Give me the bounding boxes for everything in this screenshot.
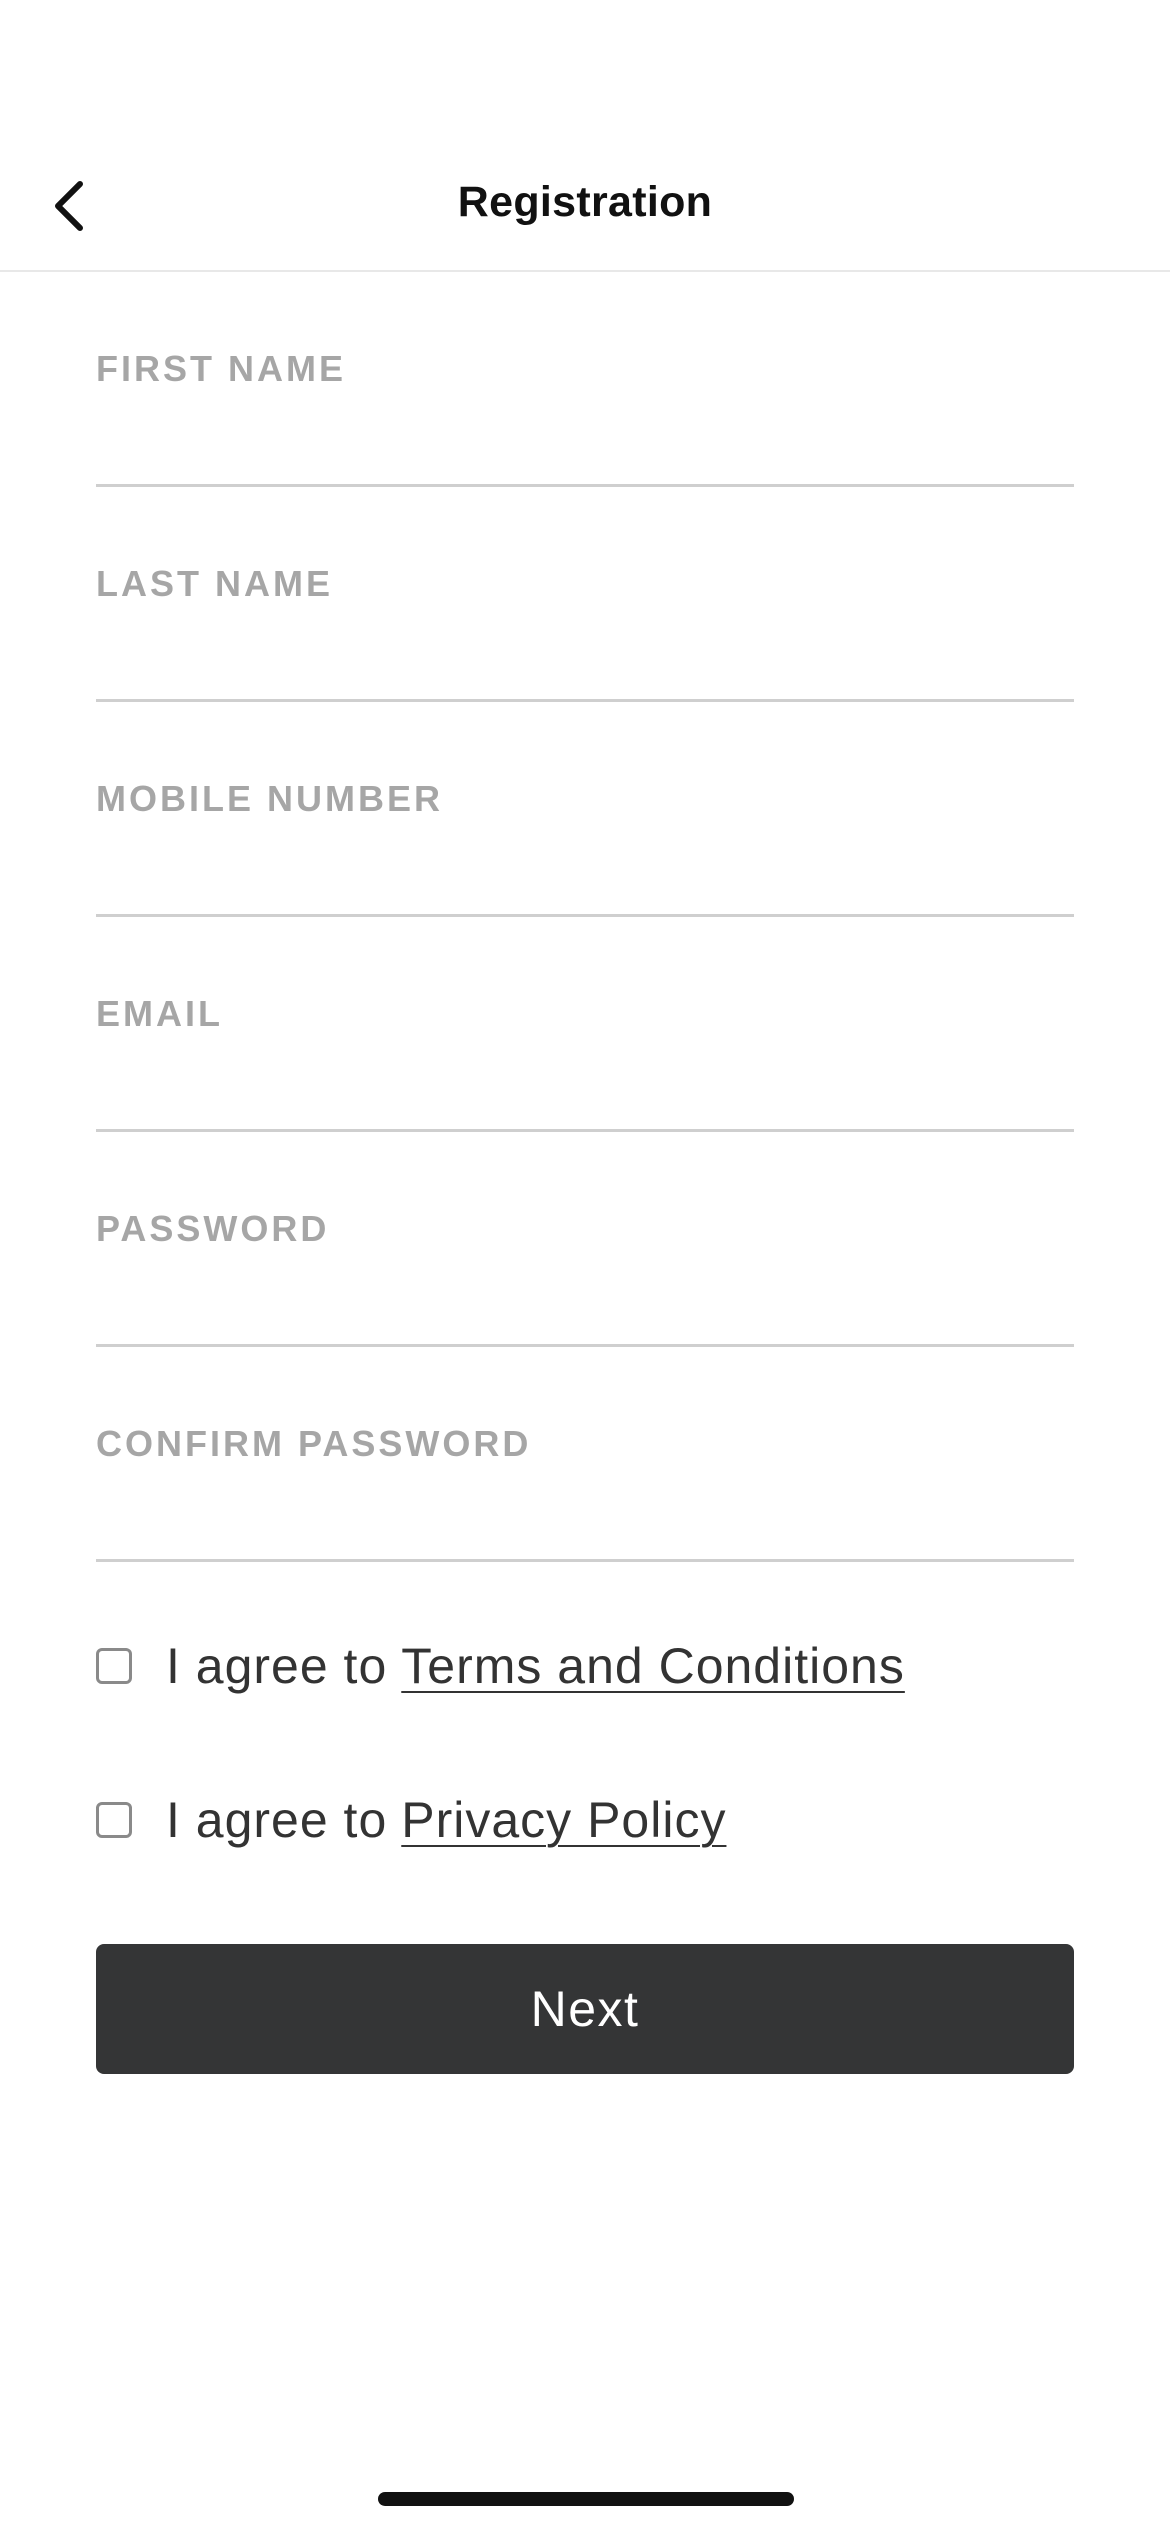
email-field[interactable]: EMAIL (96, 917, 1074, 1132)
email-label: EMAIL (96, 993, 223, 1034)
registration-screen: Registration FIRST NAME LAST NAME MOBILE… (0, 0, 1170, 2532)
email-input[interactable] (96, 1053, 1074, 1123)
mobile-number-field[interactable]: MOBILE NUMBER (96, 702, 1074, 917)
privacy-agreement-row: I agree to Privacy Policy (96, 1780, 726, 1860)
next-button[interactable]: Next (96, 1944, 1074, 2074)
terms-agree-text: I agree to (166, 1638, 388, 1694)
first-name-field[interactable]: FIRST NAME (96, 272, 1074, 487)
registration-form: FIRST NAME LAST NAME MOBILE NUMBER EMAIL… (96, 272, 1074, 1562)
home-indicator (378, 2492, 794, 2506)
first-name-input[interactable] (96, 408, 1074, 478)
privacy-policy-link[interactable]: Privacy Policy (401, 1791, 726, 1849)
privacy-agree-text: I agree to (166, 1792, 388, 1848)
password-label: PASSWORD (96, 1208, 330, 1249)
password-input[interactable] (96, 1268, 1074, 1338)
mobile-number-label: MOBILE NUMBER (96, 778, 443, 819)
password-field[interactable]: PASSWORD (96, 1132, 1074, 1347)
confirm-password-input[interactable] (96, 1483, 1074, 1553)
confirm-password-field[interactable]: CONFIRM PASSWORD (96, 1347, 1074, 1562)
navigation-bar: Registration (0, 0, 1170, 272)
last-name-label: LAST NAME (96, 563, 333, 604)
privacy-checkbox[interactable] (96, 1802, 132, 1838)
mobile-number-input[interactable] (96, 838, 1074, 908)
confirm-password-label: CONFIRM PASSWORD (96, 1423, 532, 1464)
page-title: Registration (457, 178, 713, 226)
last-name-input[interactable] (96, 623, 1074, 693)
first-name-label: FIRST NAME (96, 348, 346, 389)
last-name-field[interactable]: LAST NAME (96, 487, 1074, 702)
terms-checkbox[interactable] (96, 1648, 132, 1684)
terms-agreement-row: I agree to Terms and Conditions (96, 1626, 905, 1706)
terms-and-conditions-link[interactable]: Terms and Conditions (401, 1637, 905, 1695)
